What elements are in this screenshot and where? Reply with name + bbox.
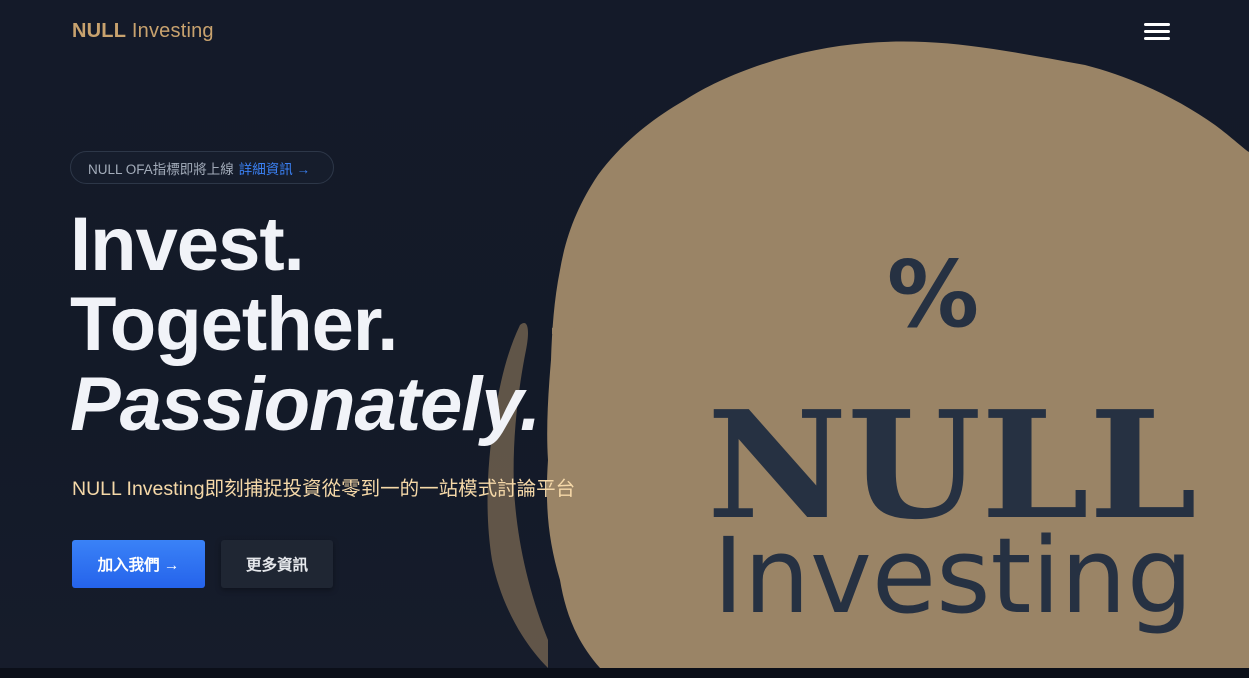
brand-logo-illustration: % NULL Investing [487,41,1249,668]
more-info-button[interactable]: 更多資訊 [221,540,333,588]
site-logo[interactable]: NULL Investing [72,20,214,43]
announcement-pill: NULL OFA指標即將上線 詳細資訊 → [70,151,334,184]
headline-line-together: Together. [70,282,398,367]
hero-headline: Invest. Together. Passionately. [70,202,541,447]
menu-bar [1144,30,1170,33]
headline-line-passionately: Passionately. [70,362,541,447]
hero-subtitle: NULL Investing即刻捕捉投資從零到一的一站模式討論平台 [72,478,576,500]
brand-word-investing: Investing [713,515,1193,637]
logo-light-text: Investing [131,20,214,42]
menu-bar [1144,23,1170,26]
page-bottom-divider [0,668,1249,678]
join-us-button[interactable]: 加入我們 → [72,540,205,588]
landing-page: NULL Investing % NULL Investing NULL OFA… [0,0,1249,678]
announcement-details-link[interactable]: 詳細資訊 → [239,158,310,178]
percent-symbol: % [887,241,979,348]
headline-line-invest: Invest. [70,202,305,287]
logo-bold-text: NULL [72,20,127,42]
announcement-text: NULL OFA指標即將上線 [88,161,234,177]
